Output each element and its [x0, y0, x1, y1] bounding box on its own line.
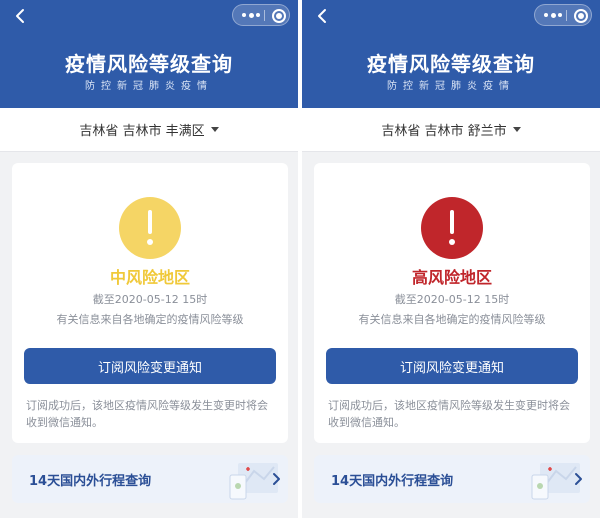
travel-query-label: 14天国内外行程查询: [29, 474, 152, 489]
chevron-left-icon: [16, 9, 24, 23]
chevron-right-icon: [273, 473, 280, 485]
risk-level-label: 高风险地区: [411, 268, 492, 287]
panel-left: 疫情风险等级查询 防控新冠肺炎疫情 吉林省 吉林市 丰满区 中风险地区 截至20…: [0, 0, 298, 518]
risk-source-note: 有关信息来自各地确定的疫情风险等级: [358, 313, 546, 326]
travel-query-card[interactable]: 14天国内外行程查询: [12, 455, 288, 503]
caret-down-icon: [210, 127, 219, 132]
subscribe-button[interactable]: 订阅风险变更通知: [24, 348, 276, 384]
caret-down-icon: [512, 127, 521, 132]
header: 疫情风险等级查询 防控新冠肺炎疫情: [302, 0, 600, 108]
chevron-right-icon: [575, 473, 582, 485]
more-button[interactable]: [242, 9, 260, 21]
location-selector[interactable]: 吉林省 吉林市 舒兰市: [302, 108, 600, 152]
back-button[interactable]: [312, 6, 332, 26]
dot-icon: [550, 12, 556, 18]
back-button[interactable]: [10, 6, 30, 26]
risk-card: 中风险地区 截至2020-05-12 15时 有关信息来自各地确定的疫情风险等级…: [12, 163, 288, 443]
page-subtitle: 防控新冠肺炎疫情: [387, 81, 515, 92]
chevron-left-icon: [318, 9, 326, 23]
page-subtitle: 防控新冠肺炎疫情: [85, 81, 213, 92]
capsule-divider: [566, 10, 567, 21]
subscribe-button[interactable]: 订阅风险变更通知: [326, 348, 578, 384]
capsule-divider: [264, 10, 265, 21]
header: 疫情风险等级查询 防控新冠肺炎疫情: [0, 0, 298, 108]
dot-icon: [558, 13, 562, 17]
page-title: 疫情风险等级查询: [367, 52, 535, 76]
travel-query-label: 14天国内外行程查询: [331, 474, 454, 489]
dot-icon: [544, 13, 548, 17]
miniprogram-capsule: [534, 4, 592, 26]
panel-right: 疫情风险等级查询 防控新冠肺炎疫情 吉林省 吉林市 舒兰市 高风险地区 截至20…: [302, 0, 600, 518]
exclamation-dot: [449, 239, 455, 245]
location-selector[interactable]: 吉林省 吉林市 丰满区: [0, 108, 298, 152]
exclamation-bar: [148, 210, 152, 234]
risk-timestamp: 截至2020-05-12 15时: [92, 293, 208, 306]
risk-timestamp: 截至2020-05-12 15时: [394, 293, 510, 306]
risk-source-note: 有关信息来自各地确定的疫情风险等级: [56, 313, 244, 326]
risk-card: 高风险地区 截至2020-05-12 15时 有关信息来自各地确定的疫情风险等级…: [314, 163, 590, 443]
page-title: 疫情风险等级查询: [65, 52, 233, 76]
exclamation-icon: [119, 197, 181, 259]
subscribe-note: 订阅成功后，该地区疫情风险等级发生变更时将会收到微信通知。: [328, 399, 570, 429]
subscribe-note: 订阅成功后，该地区疫情风险等级发生变更时将会收到微信通知。: [26, 399, 268, 429]
location-text: 吉林省 吉林市 丰满区: [79, 124, 205, 139]
risk-level-label: 中风险地区: [109, 268, 190, 287]
exclamation-bar: [450, 210, 454, 234]
close-miniprogram-button[interactable]: [272, 9, 286, 23]
dot-icon: [242, 13, 246, 17]
travel-query-card[interactable]: 14天国内外行程查询: [314, 455, 590, 503]
close-miniprogram-button[interactable]: [574, 9, 588, 23]
location-text: 吉林省 吉林市 舒兰市: [381, 124, 507, 139]
dot-icon: [248, 12, 254, 18]
exclamation-dot: [147, 239, 153, 245]
more-button[interactable]: [544, 9, 562, 21]
exclamation-icon: [421, 197, 483, 259]
miniprogram-capsule: [232, 4, 290, 26]
dot-icon: [256, 13, 260, 17]
